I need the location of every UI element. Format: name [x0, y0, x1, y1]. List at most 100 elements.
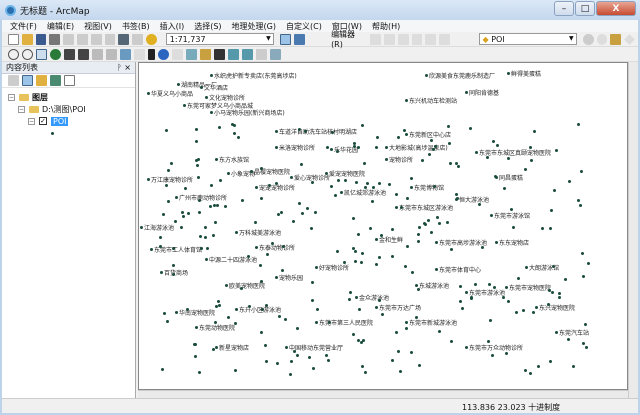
- poi-point[interactable]: [395, 206, 398, 209]
- poi-point[interactable]: [568, 180, 572, 184]
- poi-point[interactable]: [194, 128, 198, 132]
- poi-point[interactable]: [159, 244, 163, 248]
- clear-selection-icon[interactable]: [134, 48, 145, 60]
- fixed-zoom-out-icon[interactable]: [78, 48, 89, 60]
- poi-point[interactable]: [200, 86, 203, 89]
- menu-help[interactable]: 帮助(H): [372, 21, 400, 32]
- poi-point[interactable]: [265, 253, 269, 257]
- poi-point[interactable]: [487, 283, 491, 287]
- poi-point[interactable]: [587, 261, 590, 265]
- zoom-out-icon[interactable]: [22, 48, 33, 60]
- poi-point[interactable]: [337, 178, 341, 182]
- layer-visibility-checkbox[interactable]: ✓: [39, 117, 47, 125]
- poi-point[interactable]: [525, 266, 528, 269]
- poi-point[interactable]: [411, 270, 415, 274]
- poi-point[interactable]: [217, 303, 221, 307]
- poi-point[interactable]: [502, 296, 506, 300]
- poi-point[interactable]: [233, 132, 237, 136]
- construction-tools-icon[interactable]: [425, 33, 437, 45]
- new-icon[interactable]: [8, 33, 19, 45]
- poi-point[interactable]: [474, 282, 478, 286]
- poi-point[interactable]: [313, 210, 317, 214]
- poi-point[interactable]: [165, 128, 169, 132]
- poi-point[interactable]: [174, 220, 178, 224]
- poi-point[interactable]: [517, 276, 521, 280]
- maximize-button[interactable]: □: [575, 1, 595, 16]
- collapse-icon[interactable]: −: [18, 105, 25, 113]
- poi-point[interactable]: [327, 320, 331, 324]
- poi-point[interactable]: [296, 353, 300, 357]
- poi-point[interactable]: [300, 162, 304, 166]
- poi-point[interactable]: [204, 236, 208, 240]
- poi-point[interactable]: [540, 226, 544, 230]
- poi-point[interactable]: [316, 307, 320, 311]
- poi-point[interactable]: [403, 264, 407, 268]
- poi-point[interactable]: [456, 165, 460, 169]
- open-icon[interactable]: [21, 33, 33, 45]
- poi-point[interactable]: [205, 258, 208, 261]
- poi-point[interactable]: [507, 72, 510, 75]
- poi-point[interactable]: [310, 298, 314, 302]
- poi-point[interactable]: [363, 185, 367, 189]
- full-extent-icon[interactable]: [50, 48, 61, 60]
- back-icon[interactable]: [92, 48, 103, 60]
- poi-point[interactable]: [340, 191, 343, 194]
- menu-geoprocessing[interactable]: 地理处理(G): [232, 21, 276, 32]
- poi-point[interactable]: [305, 206, 309, 210]
- poi-point[interactable]: [532, 310, 536, 314]
- diamond-icon[interactable]: [624, 33, 635, 45]
- poi-point[interactable]: [435, 241, 438, 244]
- poi-point[interactable]: [375, 238, 378, 241]
- poi-point[interactable]: [359, 261, 363, 265]
- poi-point[interactable]: [465, 291, 468, 294]
- poi-point[interactable]: [417, 240, 421, 244]
- poi-point[interactable]: [268, 183, 272, 187]
- poi-point[interactable]: [493, 175, 497, 179]
- edit-tool-icon[interactable]: [370, 33, 382, 45]
- forward-icon[interactable]: [106, 48, 117, 60]
- poi-point[interactable]: [460, 307, 464, 311]
- poi-point[interactable]: [375, 146, 379, 150]
- poi-point[interactable]: [335, 250, 339, 254]
- poi-point[interactable]: [555, 331, 558, 334]
- poi-point[interactable]: [360, 364, 364, 368]
- poi-point[interactable]: [290, 360, 294, 364]
- poi-point[interactable]: [311, 367, 315, 371]
- poi-point[interactable]: [296, 327, 300, 331]
- straight-segment-icon[interactable]: [397, 33, 409, 45]
- poi-point[interactable]: [210, 111, 213, 114]
- poi-point[interactable]: [284, 318, 288, 322]
- poi-point[interactable]: [563, 277, 567, 281]
- cut-icon[interactable]: [63, 33, 75, 45]
- poi-point[interactable]: [502, 186, 506, 190]
- poi-point[interactable]: [181, 210, 185, 214]
- poi-point[interactable]: [579, 170, 583, 174]
- poi-point[interactable]: [576, 123, 580, 127]
- poi-point[interactable]: [147, 92, 150, 95]
- poi-point[interactable]: [406, 196, 410, 200]
- poi-point[interactable]: [183, 104, 186, 107]
- menu-bookmarks[interactable]: 书签(B): [122, 21, 150, 32]
- poi-point[interactable]: [523, 369, 527, 373]
- list-by-source-icon[interactable]: [22, 75, 33, 86]
- poi-point[interactable]: [160, 271, 163, 274]
- options-icon[interactable]: [64, 75, 75, 86]
- poi-point[interactable]: [199, 234, 203, 238]
- poi-point[interactable]: [362, 162, 366, 166]
- poi-point[interactable]: [391, 358, 395, 362]
- poi-point[interactable]: [427, 219, 431, 223]
- poi-point[interactable]: [475, 151, 478, 154]
- poi-point[interactable]: [288, 372, 292, 376]
- poi-point[interactable]: [421, 158, 425, 162]
- poi-point[interactable]: [275, 130, 278, 133]
- poi-point[interactable]: [446, 124, 450, 128]
- poi-point[interactable]: [315, 266, 318, 269]
- add-data-icon[interactable]: [146, 33, 157, 45]
- poi-point[interactable]: [247, 254, 251, 258]
- poi-point[interactable]: [416, 233, 420, 237]
- poi-point[interactable]: [310, 227, 314, 231]
- poi-point[interactable]: [270, 241, 274, 245]
- poi-point[interactable]: [395, 330, 399, 334]
- poi-point[interactable]: [235, 308, 238, 311]
- poi-point[interactable]: [357, 145, 361, 149]
